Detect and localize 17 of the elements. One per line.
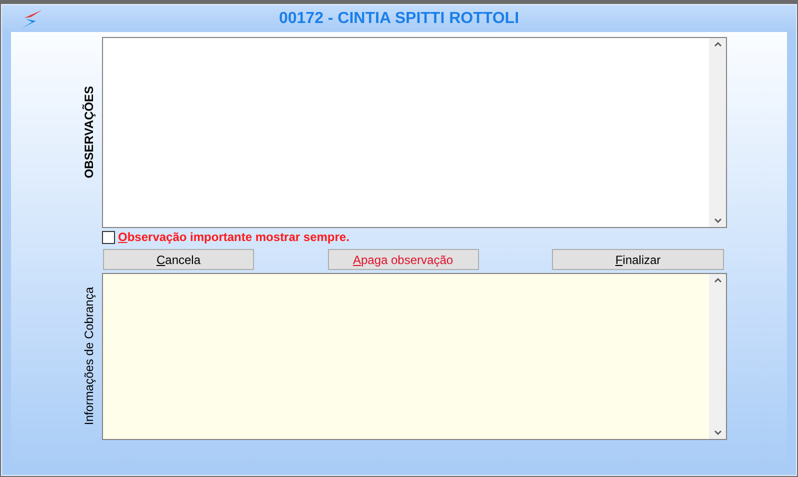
scrollbar[interactable] <box>709 38 726 227</box>
scroll-up-icon[interactable] <box>714 42 722 47</box>
dialog-button[interactable]: Cancela <box>103 249 254 270</box>
observations-label: OBSERVAÇÕES <box>81 86 97 179</box>
checkbox-label: Observação importante mostrar sempre. <box>118 229 350 246</box>
checkbox[interactable] <box>102 230 115 244</box>
scroll-down-icon[interactable] <box>714 430 722 435</box>
window-title: 00172 - CINTIA SPITTI ROTTOLI <box>278 8 520 28</box>
billing-field[interactable] <box>102 273 727 440</box>
observations-field[interactable] <box>102 37 727 228</box>
scroll-down-icon[interactable] <box>714 218 722 223</box>
billing-label: Informações de Cobrança <box>81 287 97 426</box>
dialog-button[interactable]: Apaga observação <box>328 249 478 270</box>
dialog-button[interactable]: Finalizar <box>552 249 724 270</box>
scroll-up-icon[interactable] <box>714 278 722 283</box>
logo-icon <box>20 8 44 28</box>
scrollbar[interactable] <box>709 274 726 439</box>
